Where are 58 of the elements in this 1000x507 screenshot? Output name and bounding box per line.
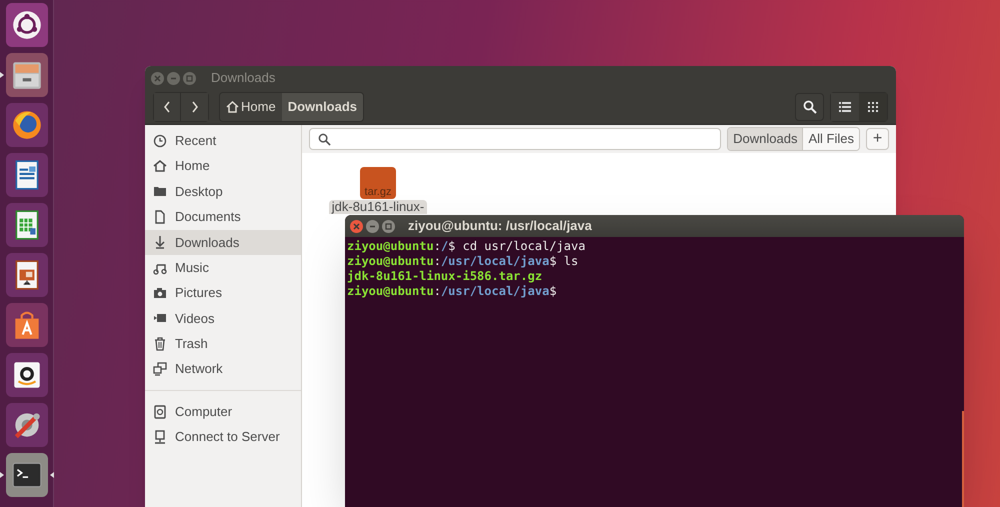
download-icon [153, 235, 167, 250]
sidebar-item[interactable]: Pictures [145, 280, 301, 306]
sidebar-item[interactable]: Recent [145, 128, 301, 154]
home-icon [226, 101, 239, 113]
sidebar-item[interactable]: Downloads [145, 230, 301, 255]
home-icon [153, 159, 167, 174]
back-icon [163, 101, 171, 113]
launcher-item[interactable] [6, 253, 48, 297]
launcher-item[interactable] [6, 353, 48, 397]
forward-icon [190, 101, 198, 113]
terminal-line: ziyou@ubuntu:/usr/local/java$ ls [347, 254, 580, 269]
back-button[interactable] [154, 93, 181, 121]
add-button[interactable]: + [866, 128, 889, 150]
search-field[interactable] [309, 128, 722, 150]
sidebar-item[interactable]: Computer [145, 398, 301, 424]
sidebar-item[interactable]: Documents [145, 204, 301, 230]
server-icon [153, 430, 167, 444]
sidebar-item[interactable]: Desktop [145, 178, 301, 204]
terminal-line: jdk-8u161-linux-i586.tar.gz [347, 269, 544, 284]
maximize-button[interactable] [382, 220, 395, 232]
search-button[interactable] [795, 93, 824, 121]
file-name[interactable]: jdk-8u161-linux- [328, 200, 428, 214]
scroll-bar[interactable] [962, 411, 964, 507]
sidebar-item[interactable]: Connect to Server [145, 424, 301, 450]
launcher-item[interactable] [6, 153, 48, 197]
clock-icon [153, 134, 167, 148]
icon-label: tar.gz [364, 186, 392, 199]
sidebar-item[interactable]: Music [145, 254, 301, 280]
launcher-item[interactable] [6, 3, 48, 47]
search-icon [802, 100, 816, 114]
scope-tab[interactable]: Downloads [728, 128, 804, 150]
document-icon [153, 210, 167, 224]
breadcrumb-button[interactable]: Downloads [282, 93, 364, 121]
drive-icon [153, 404, 167, 419]
scope-tab[interactable]: All Files [803, 128, 859, 150]
launcher-item[interactable] [6, 103, 48, 147]
search-icon [318, 132, 331, 146]
sidebar-item[interactable]: Videos [145, 306, 301, 332]
sidebar-item[interactable]: Trash [145, 331, 301, 357]
close-button[interactable] [350, 220, 363, 232]
sidebar-item[interactable]: Home [145, 153, 301, 179]
grid-view-button[interactable] [859, 93, 887, 121]
trash-icon [153, 336, 167, 351]
minimize-button[interactable] [366, 220, 379, 232]
terminal-line: ziyou@ubuntu:/$ cd usr/local/java [347, 239, 586, 254]
launcher-item[interactable] [6, 303, 48, 347]
terminal-line: ziyou@ubuntu:/usr/local/java$ [347, 284, 558, 299]
window-title: ziyou@ubuntu: /usr/local/java [408, 217, 592, 236]
monitors-icon [153, 362, 167, 376]
grid-icon [868, 102, 878, 112]
launcher-item[interactable] [6, 203, 48, 247]
window-title: Downloads [211, 69, 276, 88]
launcher-item[interactable] [6, 403, 48, 447]
camera-icon [153, 286, 167, 300]
folder-icon [153, 184, 167, 198]
launcher-item[interactable] [6, 53, 48, 97]
list-icon [839, 102, 851, 112]
sidebar-item[interactable]: Network [145, 356, 301, 382]
